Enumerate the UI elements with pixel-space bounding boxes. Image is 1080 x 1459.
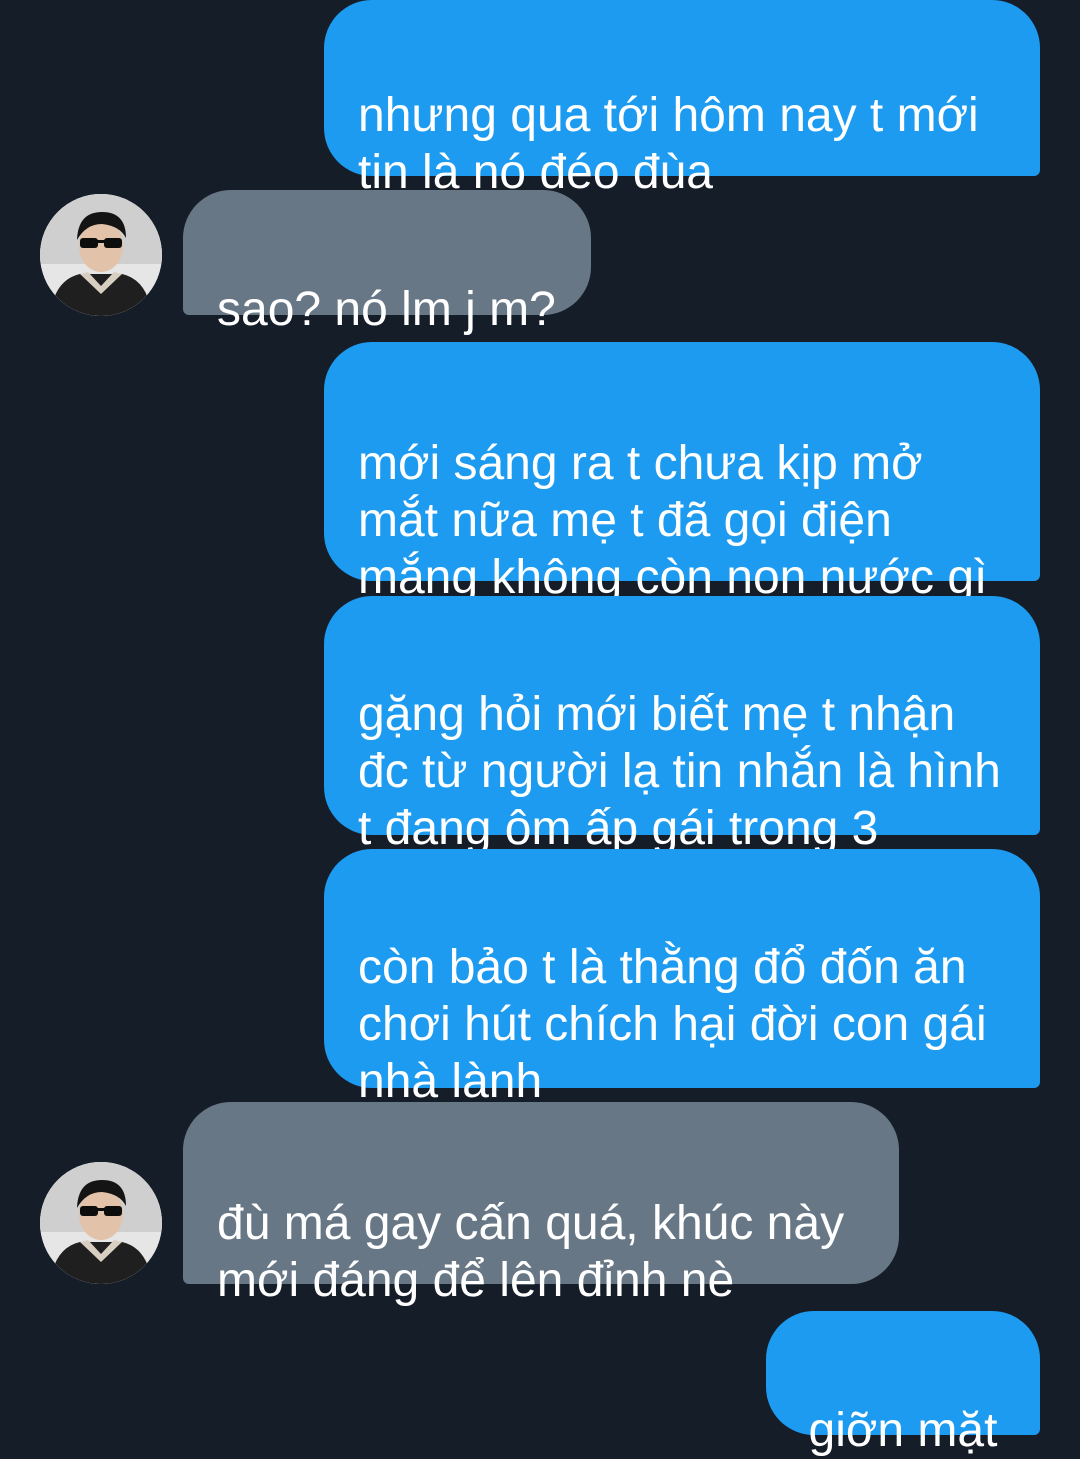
message-bubble-sent[interactable]: nhưng qua tới hôm nay t mới tin là nó đé… — [324, 0, 1040, 199]
message-bubble-sent[interactable]: còn bảo t là thằng đổ đốn ăn chơi hút ch… — [324, 849, 1040, 1108]
message-thread: nhưng qua tới hôm nay t mới tin là nó đé… — [0, 0, 1080, 1457]
message-text: giỡn mặt — [808, 1404, 998, 1457]
message-text: sao? nó lm j m? — [217, 283, 556, 336]
message-bubble-sent[interactable]: gặng hỏi mới biết mẹ t nhận đc từ người … — [324, 596, 1040, 855]
message-text: đù má gay cấn quá, khúc này mới đáng để … — [217, 1197, 845, 1307]
message-bubble-sent[interactable]: mới sáng ra t chưa kịp mở mắt nữa mẹ t đ… — [324, 342, 1040, 604]
message-text: nhưng qua tới hôm nay t mới tin là nó đé… — [358, 89, 979, 199]
message-text: mới sáng ra t chưa kịp mở mắt nữa mẹ t đ… — [358, 437, 988, 604]
avatar-image — [40, 1162, 162, 1284]
message-text: còn bảo t là thằng đổ đốn ăn chơi hút ch… — [358, 941, 987, 1108]
avatar-image — [40, 194, 162, 316]
message-bubble-received[interactable]: đù má gay cấn quá, khúc này mới đáng để … — [183, 1102, 899, 1307]
message-bubble-received[interactable]: sao? nó lm j m? — [183, 190, 591, 336]
user-avatar-icon[interactable] — [40, 194, 162, 316]
message-text: gặng hỏi mới biết mẹ t nhận đc từ người … — [358, 688, 1001, 855]
user-avatar-icon[interactable] — [40, 1162, 162, 1284]
message-bubble-sent[interactable]: giỡn mặt — [766, 1311, 1040, 1457]
